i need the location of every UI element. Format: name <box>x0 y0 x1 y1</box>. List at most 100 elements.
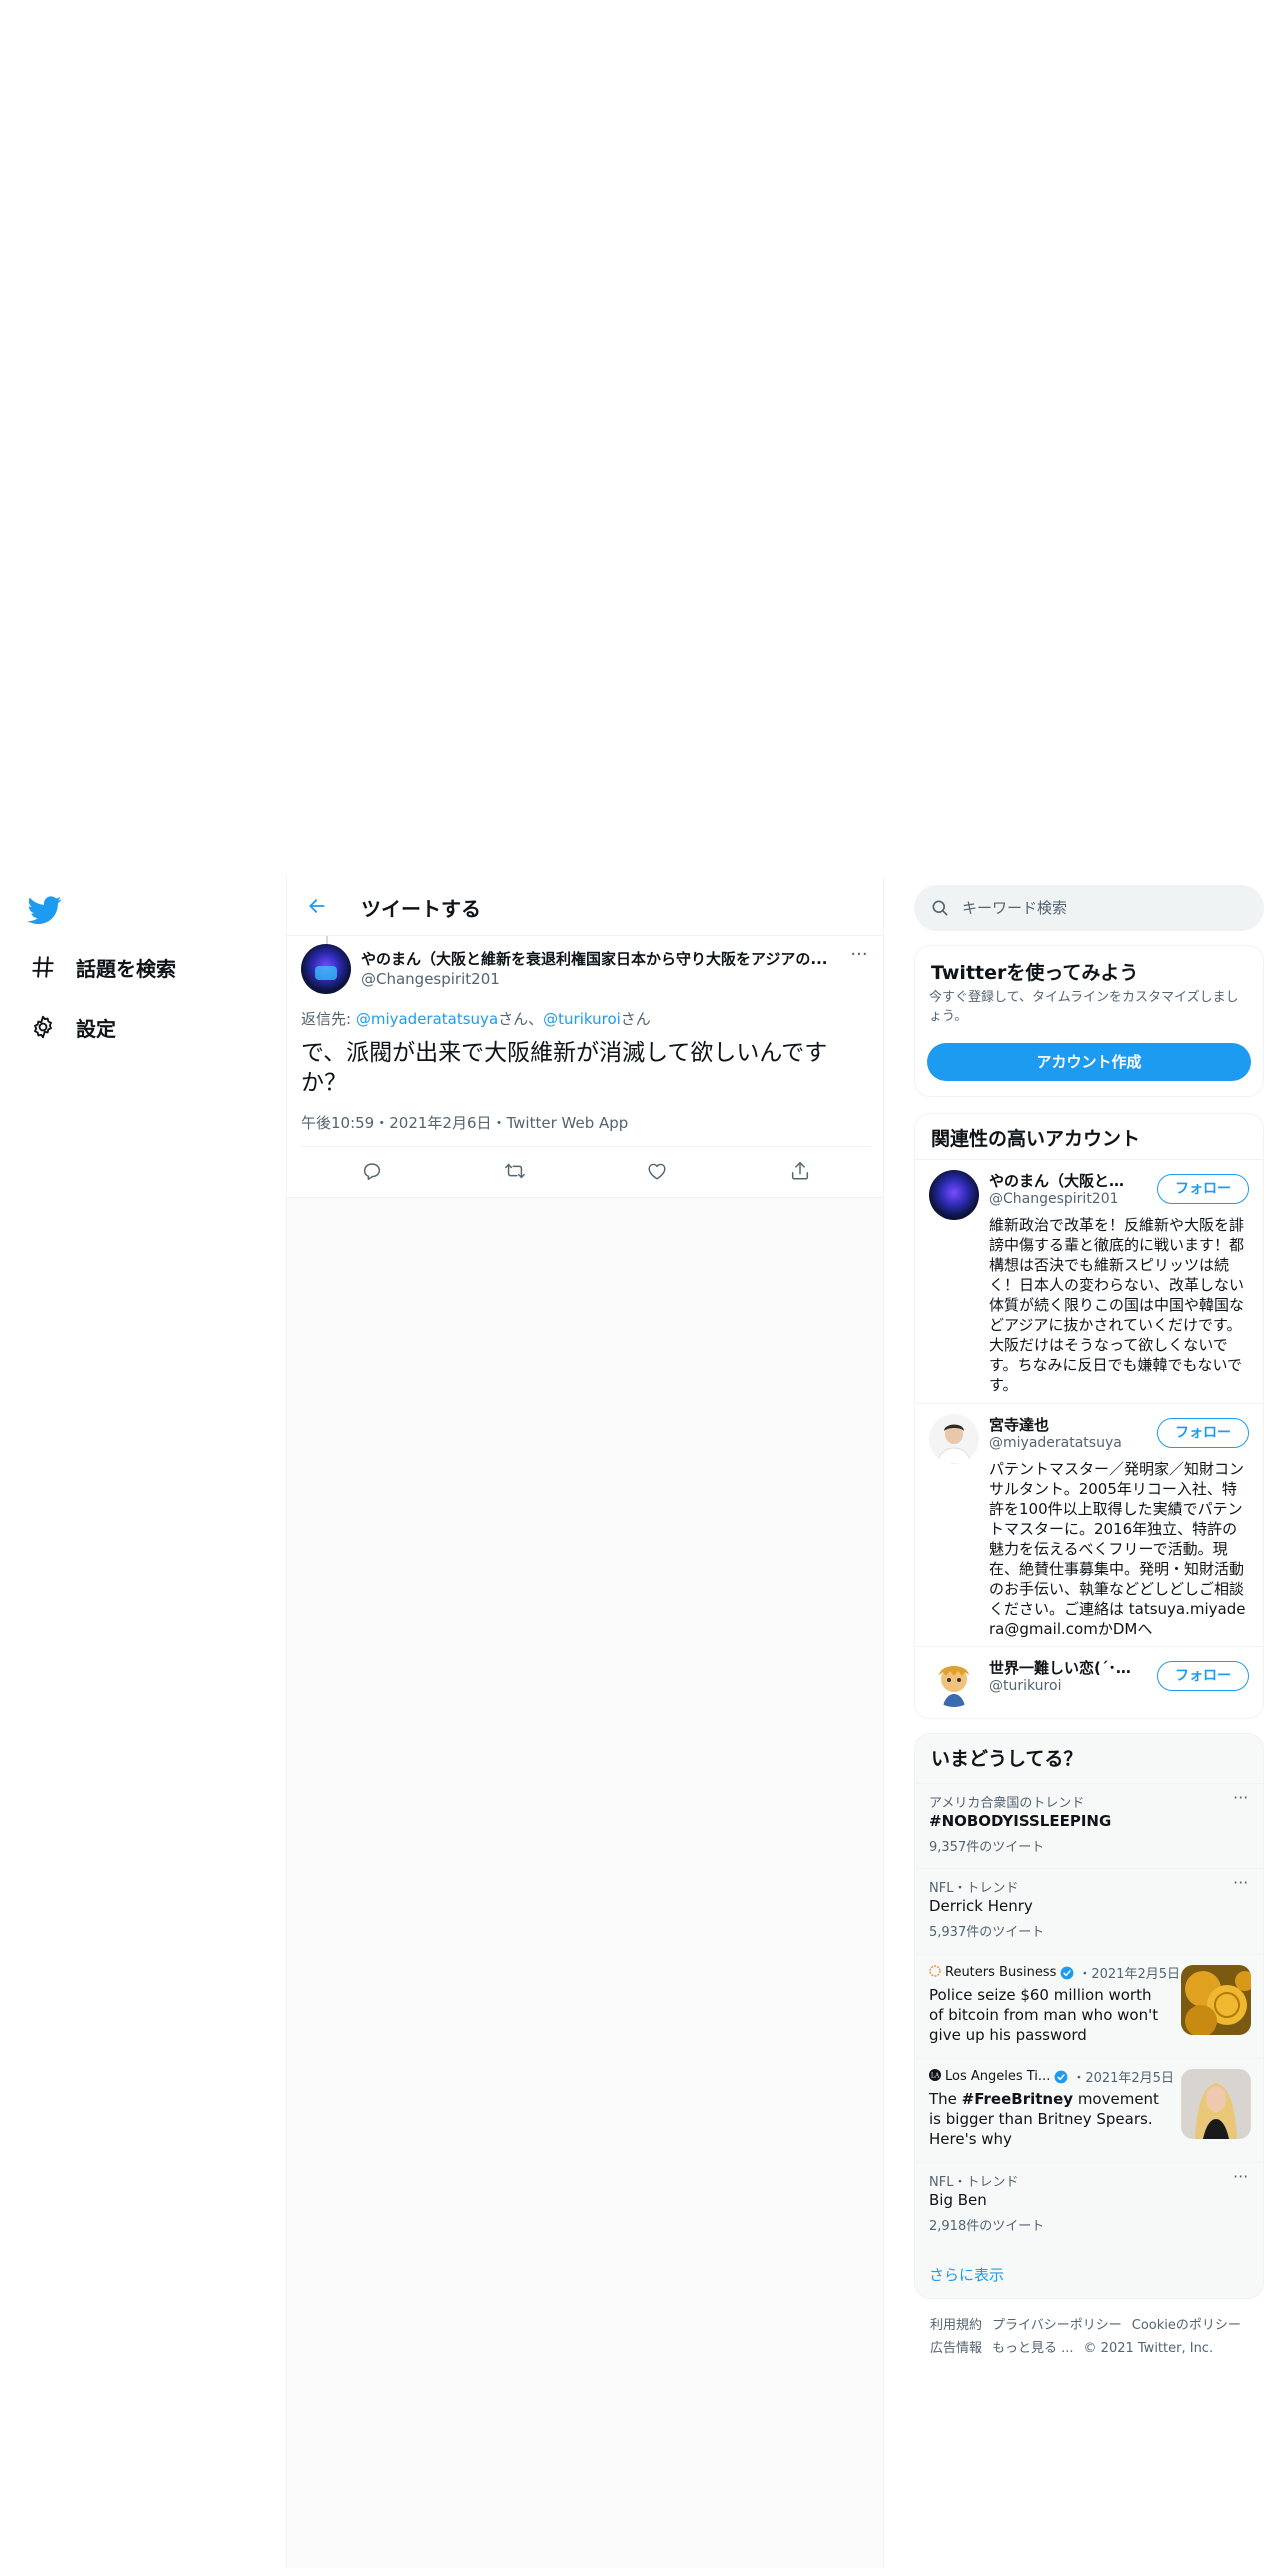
account-name[interactable]: 世界一難しい恋(´･∀･... <box>989 1657 1139 1678</box>
back-arrow-icon[interactable] <box>301 890 333 922</box>
source-logo-icon <box>929 1964 941 1981</box>
thread-line <box>326 936 328 944</box>
reply-honorific: さん、 <box>498 1010 544 1028</box>
trend-name: Big Ben <box>929 2191 987 2209</box>
account-name[interactable]: 宮寺達也 <box>989 1414 1139 1435</box>
verified-icon <box>1060 1966 1074 1980</box>
heart-icon <box>646 1160 668 1186</box>
avatar[interactable] <box>301 944 351 994</box>
tweet-author-handle[interactable]: @Changespirit201 <box>361 970 500 988</box>
tweet-author-name[interactable]: やのまん（大阪と維新を衰退利権国家日本から守り大阪をアジアの... <box>361 948 831 969</box>
footer-ads-link[interactable]: 広告情報 <box>930 2341 982 2356</box>
follow-button[interactable]: フォロー <box>1157 1418 1249 1448</box>
news-thumbnail[interactable] <box>1181 2069 1251 2139</box>
reply-icon <box>361 1160 383 1186</box>
retweet-icon <box>503 1160 527 1186</box>
account-handle: @Changespirit201 <box>989 1191 1119 1207</box>
trend-context: NFL・トレンド <box>929 2175 1019 2190</box>
account-bio: パテントマスター／発明家／知財コンサルタント。2005年リコー入社、特許を100… <box>989 1460 1246 1638</box>
search-input[interactable] <box>962 885 1252 931</box>
retweet-button[interactable] <box>444 1147 587 1198</box>
footer-more-link[interactable]: もっと見る ... <box>992 2341 1074 2356</box>
headline-hashtag: #FreeBritney <box>961 2090 1074 2108</box>
who-to-follow-title: 関連性の高いアカウント <box>931 1128 1141 1150</box>
nav-settings[interactable]: 設定 <box>28 1007 116 1047</box>
follow-button[interactable]: フォロー <box>1157 1174 1249 1204</box>
signup-card: Twitterを使ってみよう 今すぐ登録して、タイムラインをカスタマイズしましょ… <box>914 945 1264 1097</box>
trends-title: いまどうしてる？ <box>931 1748 1083 1770</box>
reply-to: 返信先: @miyaderatatsuyaさん、@turikuroiさん <box>301 1008 651 1029</box>
more-icon[interactable]: ··· <box>1233 1788 1248 1807</box>
reply-prefix: 返信先: <box>301 1010 356 1028</box>
headline-text: The <box>929 2090 962 2108</box>
footer-privacy-link[interactable]: プライバシーポリシー <box>992 2318 1122 2333</box>
trend-item[interactable]: NFL・トレンド Big Ben 2,918件のツイート ··· <box>915 2162 1263 2247</box>
nav-explore[interactable]: 話題を検索 <box>28 947 176 987</box>
news-item[interactable]: Reuters Business ・2021年2月5日 Police seize… <box>915 1954 1263 2058</box>
search-icon <box>930 898 950 918</box>
tweet-text: で、派閥が出来で大阪維新が消滅して欲しいんですか？ <box>301 1040 828 1096</box>
more-icon[interactable]: ··· <box>1233 1873 1248 1892</box>
account-item[interactable]: 世界一難しい恋(´･∀･... @turikuroi フォロー <box>915 1646 1263 1718</box>
page: 話題を検索 設定 ツイートする やのまん（大阪と維新を衰退利権国家日本から守り大… <box>0 0 1284 2568</box>
footer-terms-link[interactable]: 利用規約 <box>930 2318 982 2333</box>
main-header: ツイートする <box>287 876 883 936</box>
verified-icon <box>1054 2070 1068 2084</box>
nav-explore-label: 話題を検索 <box>76 956 176 981</box>
avatar[interactable] <box>929 1657 979 1707</box>
svg-text:LA: LA <box>931 2072 940 2079</box>
trend-count: 2,918件のツイート <box>929 2219 1045 2234</box>
twitter-logo-icon[interactable] <box>27 893 62 927</box>
news-source-name: Reuters Business <box>945 1965 1057 1980</box>
account-handle: @miyaderatatsuya <box>989 1435 1122 1451</box>
news-source-name: Los Angeles Ti... <box>945 2069 1051 2084</box>
trends-card: いまどうしてる？ アメリカ合衆国のトレンド #NOBODYISSLEEPING … <box>914 1733 1264 2299</box>
nav-settings-label: 設定 <box>76 1016 116 1041</box>
reply-user-link[interactable]: @turikuroi <box>543 1010 621 1028</box>
search-box[interactable] <box>914 885 1264 931</box>
reply-button[interactable] <box>301 1147 444 1198</box>
follow-button[interactable]: フォロー <box>1157 1661 1249 1691</box>
news-date: ・2021年2月5日 <box>1078 1967 1180 1982</box>
news-source: LA Los Angeles Ti... ・2021年2月5日 <box>929 2067 1174 2086</box>
more-icon[interactable]: ··· <box>847 946 871 968</box>
source-logo-icon: LA <box>929 2068 941 2085</box>
trend-count: 9,357件のツイート <box>929 1840 1045 1855</box>
tweet-timestamp[interactable]: 午後10:59・2021年2月6日・Twitter Web App <box>301 1112 628 1133</box>
share-button[interactable] <box>729 1147 872 1198</box>
tweet: やのまん（大阪と維新を衰退利権国家日本から守り大阪をアジアの... @Chang… <box>287 936 883 1198</box>
trend-name: #NOBODYISSLEEPING <box>929 1812 1112 1830</box>
avatar[interactable] <box>929 1170 979 1220</box>
page-title: ツイートする <box>361 897 481 921</box>
who-to-follow-card: 関連性の高いアカウント やのまん（大阪と維... @Changespirit20… <box>914 1113 1264 1719</box>
tweet-actions <box>301 1146 871 1198</box>
reply-honorific: さん <box>620 1010 651 1028</box>
share-icon <box>789 1160 811 1186</box>
account-name[interactable]: やのまん（大阪と維... <box>989 1170 1139 1191</box>
news-thumbnail[interactable] <box>1181 1965 1251 2035</box>
footer: 利用規約 プライバシーポリシー Cookieのポリシー 広告情報 もっと見る ... ©… <box>930 2314 1260 2360</box>
signup-title: Twitterを使ってみよう <box>931 962 1139 984</box>
trend-item[interactable]: アメリカ合衆国のトレンド #NOBODYISSLEEPING 9,357件のツイ… <box>915 1783 1263 1868</box>
account-item[interactable]: やのまん（大阪と維... @Changespirit201 フォロー 維新政治で… <box>915 1159 1263 1403</box>
news-source: Reuters Business ・2021年2月5日 <box>929 1963 1180 1982</box>
account-handle: @turikuroi <box>989 1678 1062 1694</box>
trend-context: アメリカ合衆国のトレンド <box>929 1796 1085 1811</box>
more-icon[interactable]: ··· <box>1233 2167 1248 2186</box>
news-headline: The #FreeBritney movement is bigger than… <box>929 2089 1169 2149</box>
footer-cookie-link[interactable]: Cookieのポリシー <box>1132 2318 1241 2333</box>
main-column: ツイートする やのまん（大阪と維新を衰退利権国家日本から守り大阪をアジアの...… <box>286 876 884 2568</box>
show-more-link[interactable]: さらに表示 <box>929 2264 1004 2285</box>
trend-count: 5,937件のツイート <box>929 1925 1045 1940</box>
like-button[interactable] <box>586 1147 729 1198</box>
trend-item[interactable]: NFL・トレンド Derrick Henry 5,937件のツイート ··· <box>915 1868 1263 1954</box>
news-headline: Police seize $60 million worth of bitcoi… <box>929 1986 1159 2044</box>
reply-user-link[interactable]: @miyaderatatsuya <box>356 1010 498 1028</box>
signup-description: 今すぐ登録して、タイムラインをカスタマイズしましょう。 <box>929 990 1239 1024</box>
create-account-button[interactable]: アカウント作成 <box>927 1043 1251 1081</box>
trend-context: NFL・トレンド <box>929 1881 1019 1896</box>
avatar[interactable] <box>929 1414 979 1464</box>
account-item[interactable]: 宮寺達也 @miyaderatatsuya フォロー パテントマスター／発明家／… <box>915 1403 1263 1646</box>
hashtag-icon <box>28 952 58 982</box>
news-item[interactable]: LA Los Angeles Ti... ・2021年2月5日 The #Fre… <box>915 2058 1263 2162</box>
